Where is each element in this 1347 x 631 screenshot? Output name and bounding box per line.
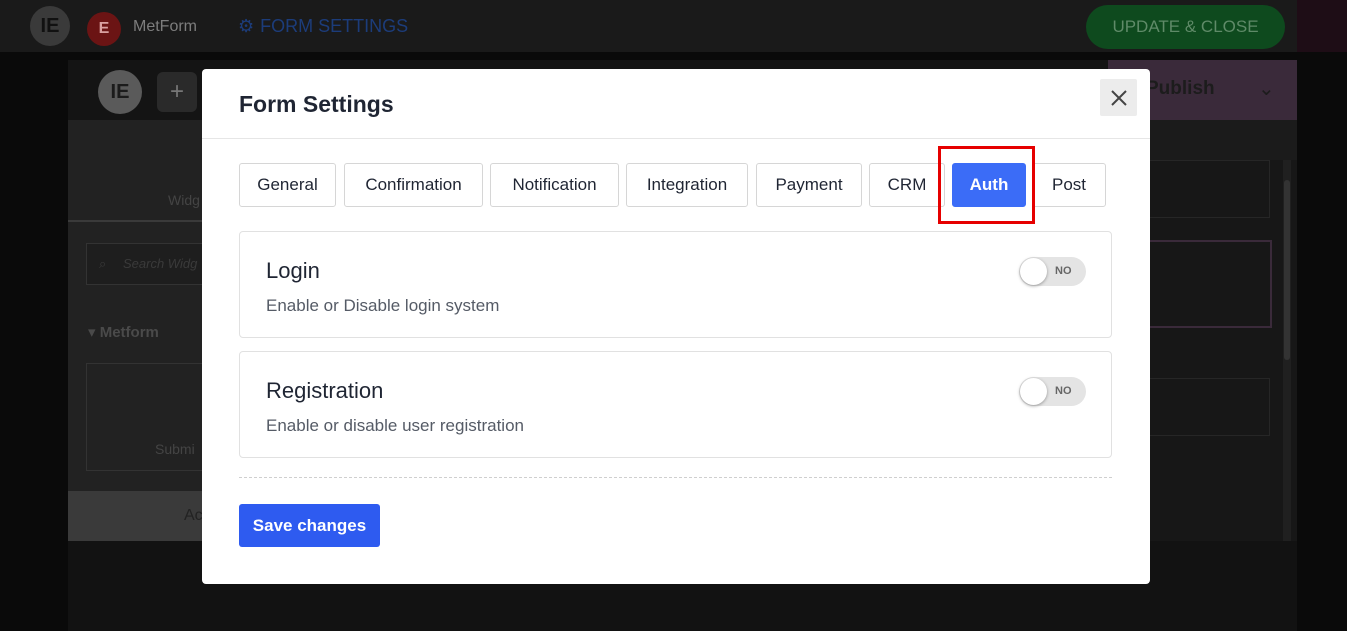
gear-icon: ⚙: [238, 16, 255, 36]
form-settings-link[interactable]: ⚙ FORM SETTINGS: [238, 16, 408, 37]
registration-toggle[interactable]: NO: [1019, 377, 1086, 406]
login-setting-card: Login Enable or Disable login system NO: [239, 231, 1112, 338]
divider: [239, 477, 1112, 478]
tab-integration[interactable]: Integration: [626, 163, 748, 207]
chevron-down-icon[interactable]: ⌄: [1258, 76, 1275, 101]
canvas-selected-field: [1148, 240, 1272, 328]
widget-search-placeholder: Search Widg: [123, 256, 198, 271]
metform-logo: E: [87, 12, 121, 46]
tab-payment[interactable]: Payment: [756, 163, 862, 207]
modal-title: Form Settings: [239, 91, 394, 117]
close-icon: [1110, 89, 1127, 106]
publish-label: Publish: [1146, 78, 1215, 99]
elementor-logo[interactable]: IE: [30, 6, 70, 46]
close-button[interactable]: [1100, 79, 1137, 116]
update-close-button[interactable]: UPDATE & CLOSE: [1086, 5, 1285, 49]
login-description: Enable or Disable login system: [266, 296, 500, 315]
toggle-state-label: NO: [1055, 385, 1072, 397]
tab-underline: [68, 220, 203, 222]
widget-search-input[interactable]: ⌕ Search Widg: [86, 243, 203, 285]
canvas-scrollbar[interactable]: [1283, 160, 1291, 541]
form-settings-modal: Form Settings General Confirmation Notif…: [202, 69, 1150, 584]
canvas-preview: [1148, 160, 1297, 541]
registration-title: Registration: [266, 378, 384, 403]
tab-confirmation[interactable]: Confirmation: [344, 163, 483, 207]
tab-post[interactable]: Post: [1032, 163, 1106, 207]
upgrade-banner: Ac: [68, 491, 203, 541]
search-icon: ⌕: [99, 256, 107, 271]
toggle-knob: [1020, 378, 1047, 405]
tab-notification[interactable]: Notification: [490, 163, 619, 207]
upgrade-banner-label: Ac: [184, 507, 203, 524]
tab-crm[interactable]: CRM: [869, 163, 945, 207]
canvas-field: [1148, 378, 1270, 436]
metform-name: MetForm: [133, 18, 197, 35]
topbar-right-edge: [1297, 0, 1347, 52]
scrollbar-thumb[interactable]: [1284, 180, 1290, 360]
add-icon[interactable]: +: [157, 72, 197, 112]
widgets-panel: Widg ⌕ Search Widg ▾ Metform Submi Ac: [68, 120, 203, 541]
submit-widget[interactable]: Submi: [86, 363, 203, 471]
metform-group-label[interactable]: ▾ Metform: [88, 323, 159, 341]
submit-widget-label: Submi: [155, 441, 195, 457]
canvas-field: [1148, 160, 1270, 218]
login-toggle[interactable]: NO: [1019, 257, 1086, 286]
editor-topbar: IE E MetForm ⚙ FORM SETTINGS UPDATE & CL…: [0, 0, 1347, 52]
toggle-knob: [1020, 258, 1047, 285]
toggle-state-label: NO: [1055, 265, 1072, 277]
registration-setting-card: Registration Enable or disable user regi…: [239, 351, 1112, 458]
form-settings-link-label: FORM SETTINGS: [260, 16, 409, 36]
metform-group-text: Metform: [99, 324, 159, 341]
tab-auth[interactable]: Auth: [952, 163, 1026, 207]
login-title: Login: [266, 258, 320, 283]
editor-logo[interactable]: IE: [98, 70, 142, 114]
tab-widgets[interactable]: Widg: [168, 192, 200, 208]
modal-header: Form Settings: [202, 69, 1150, 139]
registration-description: Enable or disable user registration: [266, 416, 524, 435]
tab-general[interactable]: General: [239, 163, 336, 207]
save-changes-button[interactable]: Save changes: [239, 504, 380, 547]
